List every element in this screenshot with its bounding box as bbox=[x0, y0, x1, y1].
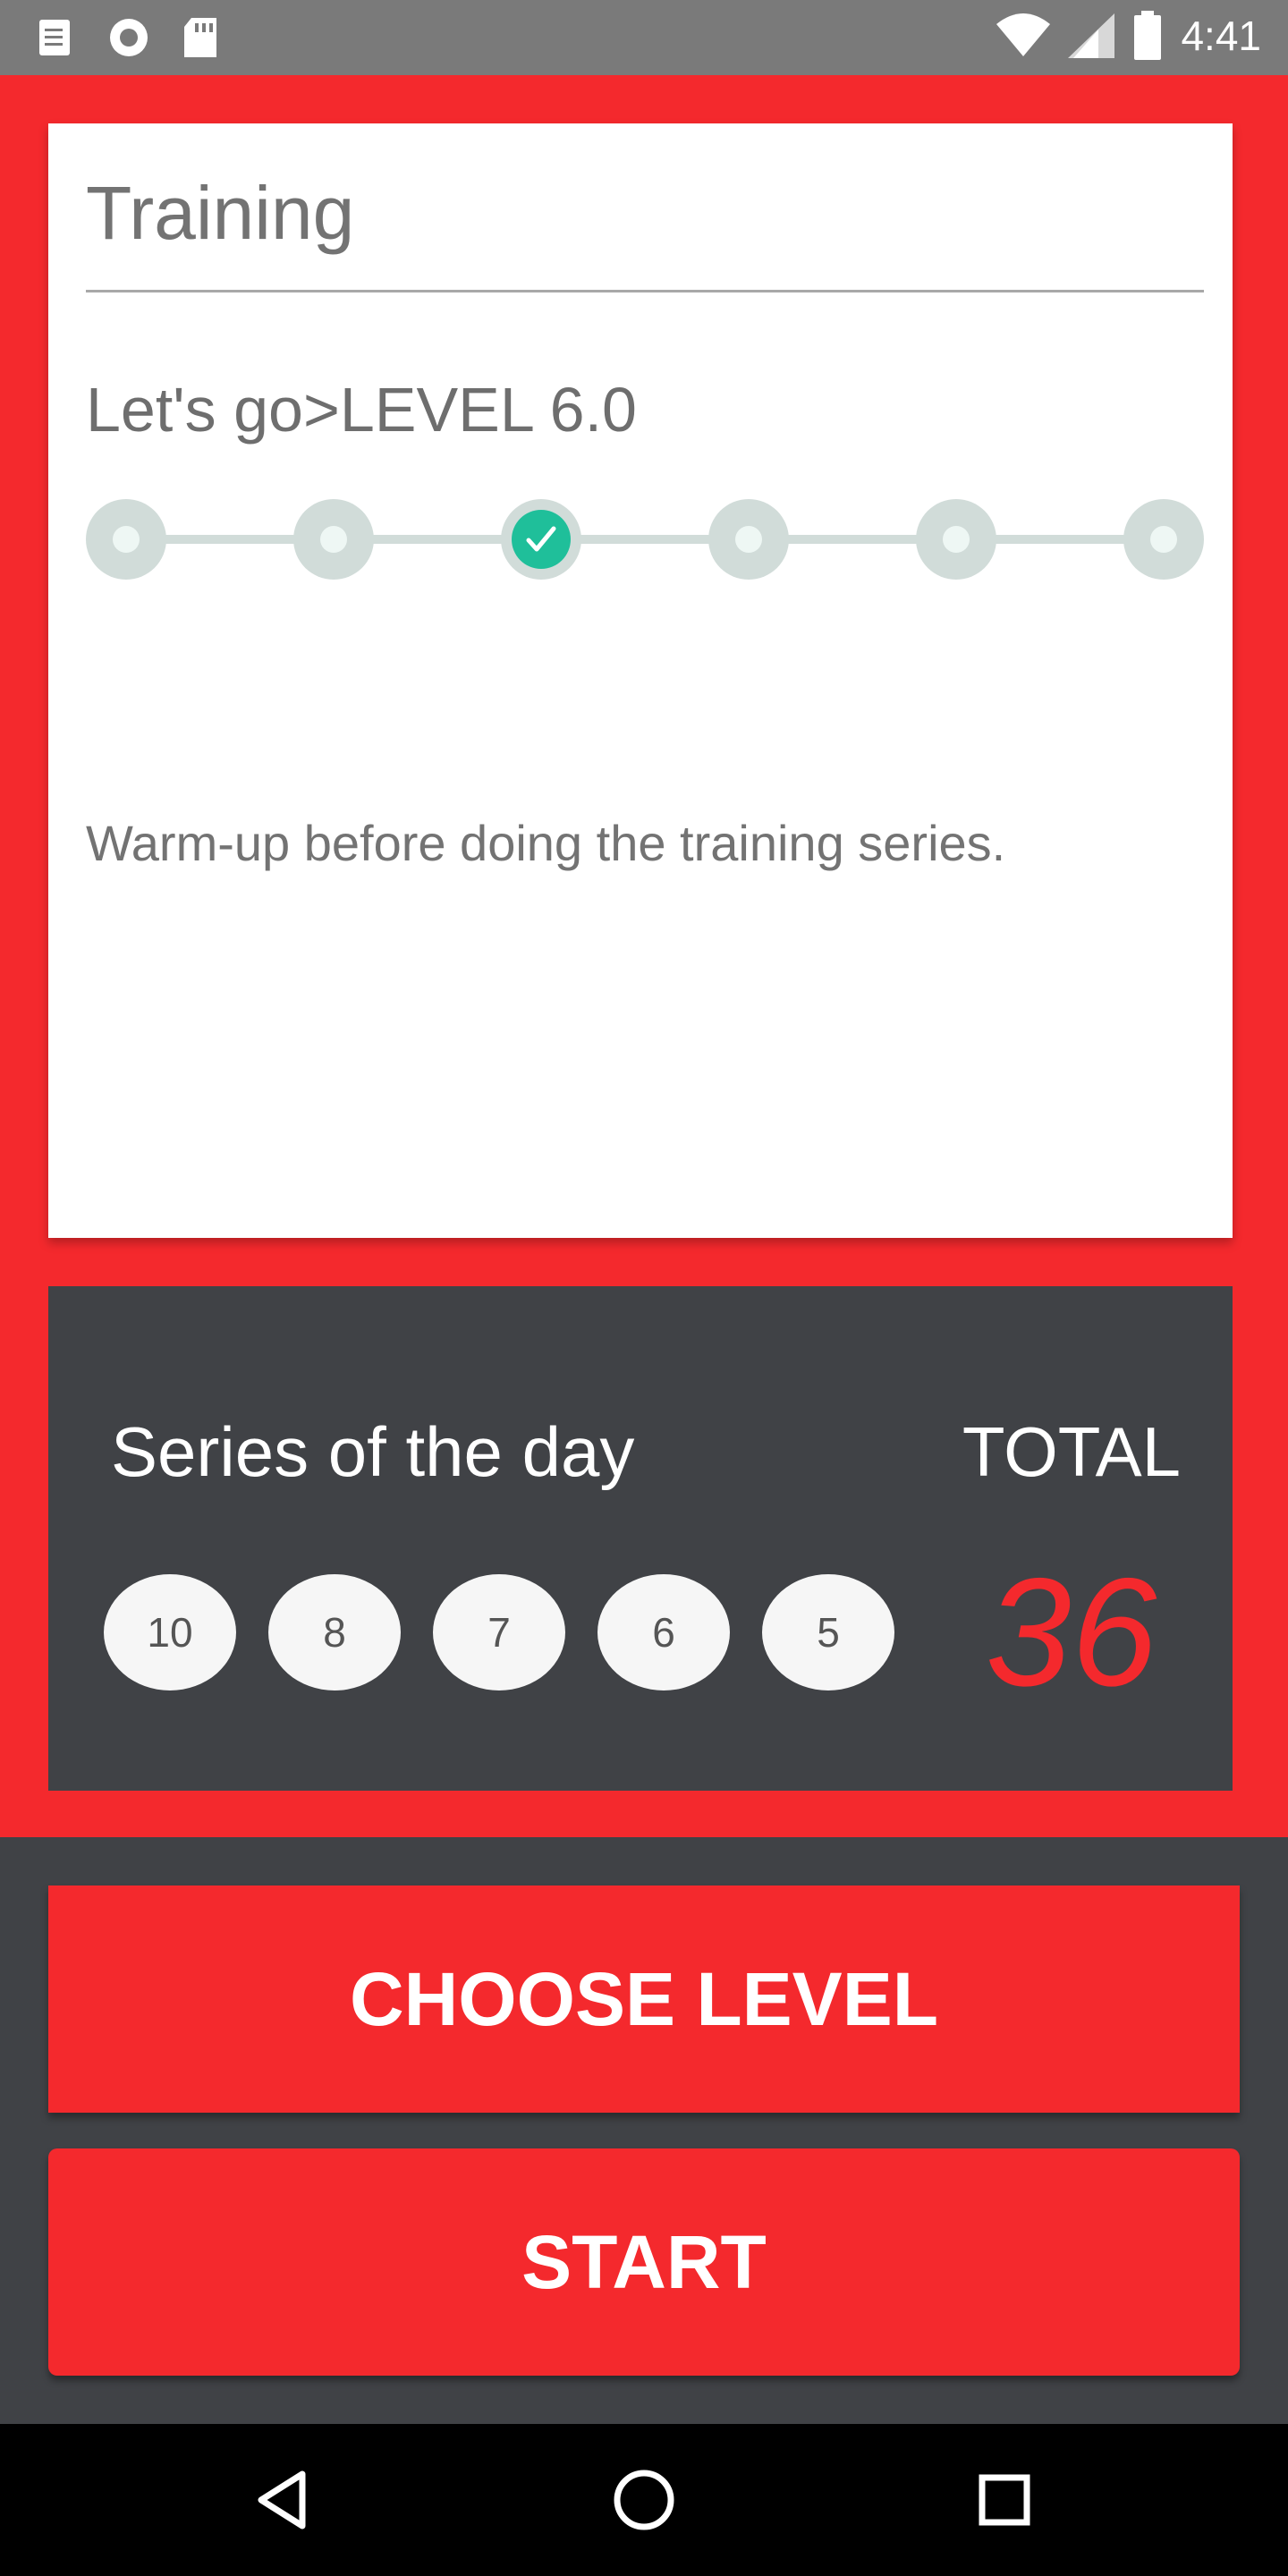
record-icon bbox=[110, 19, 148, 56]
notes-icon bbox=[39, 20, 70, 55]
series-chip: 10 bbox=[104, 1574, 236, 1690]
series-chip: 7 bbox=[433, 1574, 565, 1690]
step-2 bbox=[293, 499, 374, 580]
card-title: Training bbox=[86, 171, 355, 255]
button-area: CHOOSE LEVEL START bbox=[0, 1837, 1288, 2424]
title-divider bbox=[86, 290, 1204, 292]
home-icon[interactable] bbox=[604, 2460, 684, 2540]
stepper-track bbox=[125, 535, 1163, 544]
check-icon bbox=[526, 526, 556, 552]
step-6 bbox=[1123, 499, 1204, 580]
step-5 bbox=[916, 499, 996, 580]
navigation-bar bbox=[0, 2424, 1288, 2576]
choose-level-button[interactable]: CHOOSE LEVEL bbox=[48, 1885, 1240, 2113]
total-label: TOTAL bbox=[962, 1412, 1181, 1491]
instruction-text: Warm-up before doing the training series… bbox=[86, 815, 1006, 871]
series-chip: 5 bbox=[762, 1574, 894, 1690]
content-area: Training Let's go>LEVEL 6.0 Warm-up befo… bbox=[0, 75, 1288, 1837]
series-chips: 10 8 7 6 5 bbox=[104, 1574, 894, 1690]
total-value: 36 bbox=[986, 1546, 1157, 1718]
step-4 bbox=[708, 499, 789, 580]
series-title: Series of the day bbox=[111, 1412, 635, 1491]
step-1 bbox=[86, 499, 166, 580]
series-chip: 8 bbox=[268, 1574, 401, 1690]
level-text: Let's go>LEVEL 6.0 bbox=[86, 375, 637, 445]
wifi-icon bbox=[996, 13, 1051, 56]
start-button[interactable]: START bbox=[48, 2148, 1240, 2376]
step-3 bbox=[501, 499, 581, 580]
training-card: Training Let's go>LEVEL 6.0 Warm-up befo… bbox=[48, 123, 1233, 1791]
clock: 4:41 bbox=[1181, 13, 1261, 59]
battery-icon bbox=[1134, 11, 1162, 60]
series-panel: Series of the day TOTAL 10 8 7 6 5 36 bbox=[48, 1286, 1233, 1791]
recents-icon[interactable] bbox=[964, 2460, 1045, 2540]
back-icon[interactable] bbox=[243, 2460, 324, 2540]
status-bar: 4:41 bbox=[0, 0, 1288, 75]
progress-stepper bbox=[86, 499, 1204, 580]
series-chip: 6 bbox=[597, 1574, 730, 1690]
sd-card-icon bbox=[184, 18, 216, 57]
signal-icon bbox=[1068, 13, 1115, 58]
